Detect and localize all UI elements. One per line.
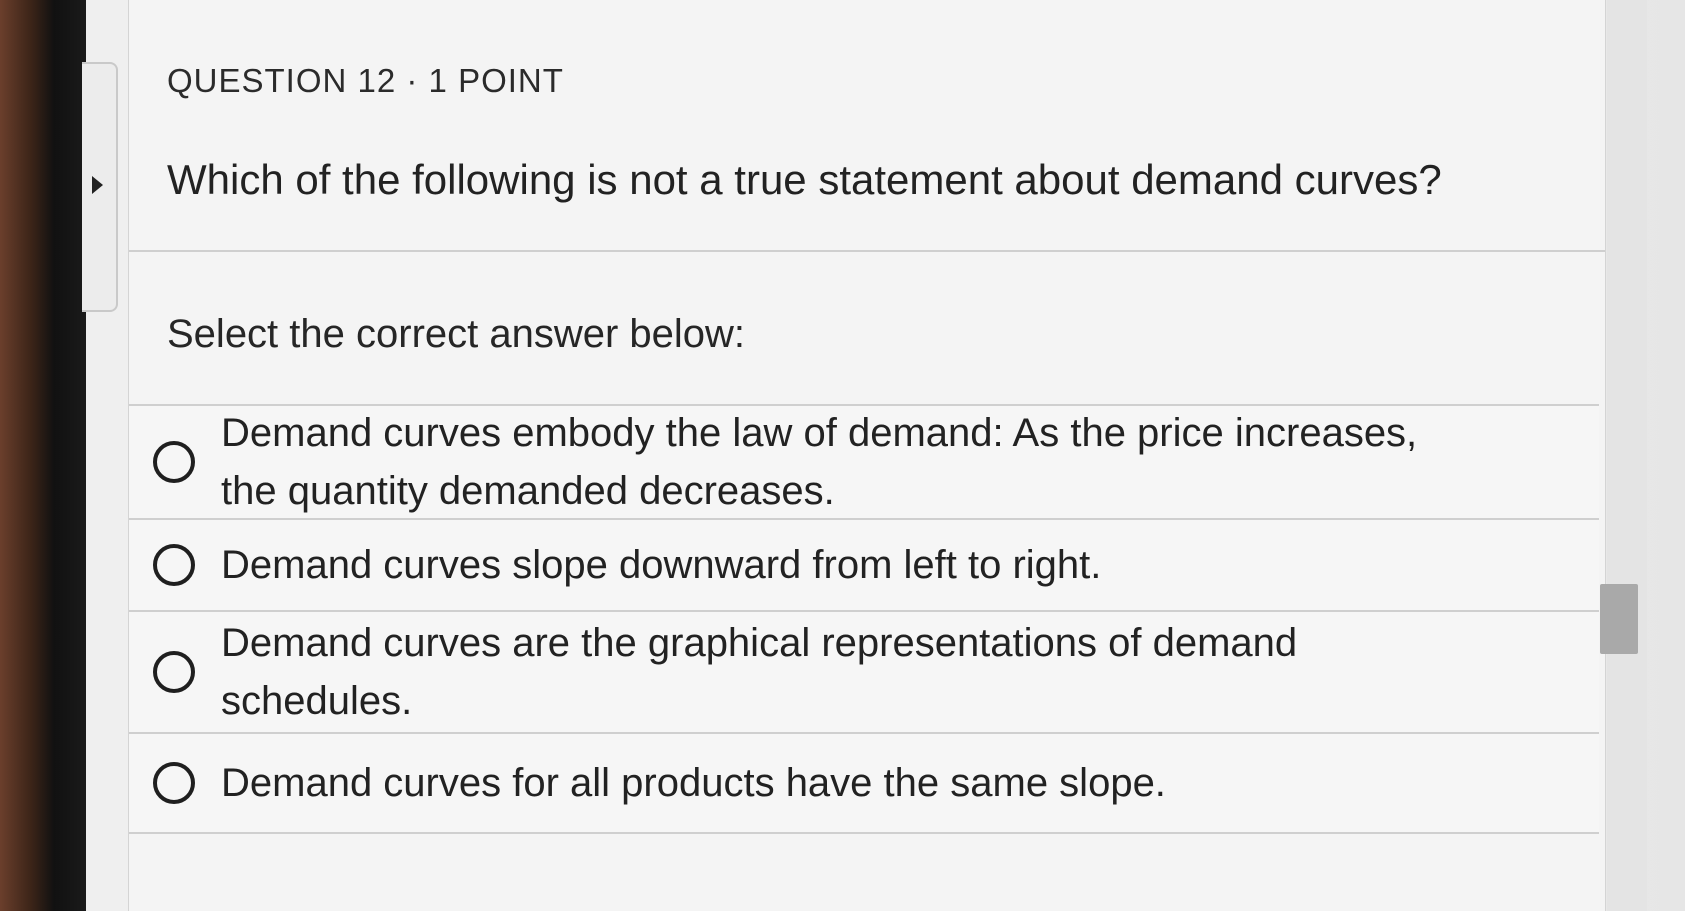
radio-unselected-icon[interactable] [153,441,195,483]
radio-unselected-icon[interactable] [153,544,195,586]
scrollbar-track[interactable] [1607,0,1647,911]
answer-option-text: Demand curves are the graphical represen… [221,621,1298,723]
question-card: QUESTION 12 · 1 POINT Which of the follo… [128,0,1606,911]
answer-option-text: Demand curves for all products have the … [221,761,1166,805]
divider [129,250,1605,252]
scrollbar-thumb[interactable] [1600,584,1638,654]
answer-option[interactable]: Demand curves slope downward from left t… [129,520,1599,612]
question-number-label: QUESTION 12 · 1 POINT [167,62,564,99]
question-prompt: Which of the following is not a true sta… [167,156,1442,203]
answer-options: Demand curves embody the law of demand: … [129,404,1599,834]
answer-instruction: Select the correct answer below: [167,312,746,356]
radio-unselected-icon[interactable] [153,651,195,693]
answer-option-text: Demand curves slope downward from left t… [221,543,1102,587]
device-bezel [0,0,90,911]
radio-unselected-icon[interactable] [153,762,195,804]
answer-option[interactable]: Demand curves for all products have the … [129,734,1599,834]
answer-option[interactable]: Demand curves are the graphical represen… [129,612,1599,734]
answer-option[interactable]: Demand curves embody the law of demand: … [129,406,1599,520]
answer-option-text: Demand curves embody the law of demand: … [221,411,1418,513]
caret-right-icon[interactable] [92,176,103,194]
